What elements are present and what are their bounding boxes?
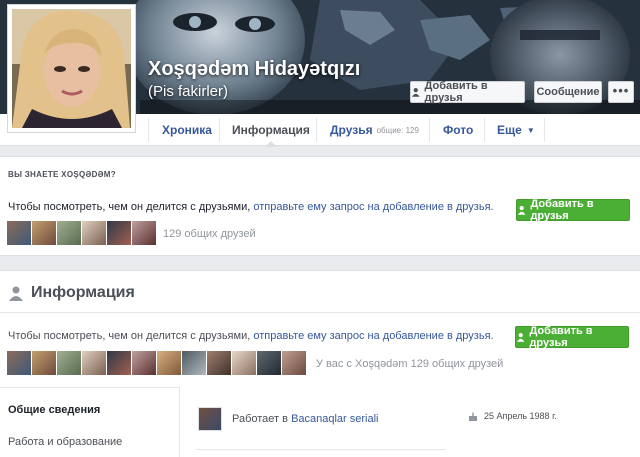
add-friend-button-know[interactable]: Добавить в друзья: [516, 198, 630, 222]
tab-separator: [484, 118, 485, 142]
tab-separator: [316, 118, 317, 142]
tab-more-label: Еще: [497, 123, 522, 137]
friend-thumb[interactable]: [57, 221, 81, 245]
prompt-text: Чтобы посмотреть, чем он делится с друзь…: [8, 201, 251, 213]
friend-thumb[interactable]: [232, 351, 256, 375]
friend-thumb[interactable]: [82, 221, 106, 245]
friend-thumb[interactable]: [107, 351, 131, 375]
friend-thumb[interactable]: [82, 351, 106, 375]
more-dots-icon: •••: [612, 82, 630, 98]
add-friend-button-info[interactable]: Добавить в друзья: [515, 325, 629, 349]
add-friend-icon: [516, 333, 525, 342]
tab-separator: [148, 118, 149, 142]
tab-friends-label: Друзья: [330, 123, 373, 137]
info-panel: Информация Чтобы посмотреть, чем он дели…: [0, 270, 640, 457]
mutual-friends-thumbs-info: [7, 351, 306, 375]
tab-separator: [544, 118, 545, 142]
profile-nickname: (Pis fakirler): [148, 83, 229, 100]
tab-separator: [429, 118, 430, 142]
add-friend-icon: [517, 206, 526, 215]
prompt-text: Чтобы посмотреть, чем он делится с друзь…: [8, 330, 251, 342]
send-request-link[interactable]: отправьте ему запрос на добавление в дру…: [253, 330, 493, 342]
tab-friends-count: общие: 129: [376, 125, 419, 135]
friend-thumb[interactable]: [157, 351, 181, 375]
friend-request-prompt: Чтобы посмотреть, чем он делится с друзь…: [8, 201, 494, 213]
friend-thumb[interactable]: [7, 221, 31, 245]
add-friend-label: Добавить в друзья: [529, 325, 593, 349]
info-title: Информация: [8, 284, 135, 302]
tab-more[interactable]: Еще ▼: [497, 114, 535, 146]
mutual-friends-thumbs: [7, 221, 156, 245]
info-title-label: Информация: [31, 284, 135, 301]
mutual-friends-count[interactable]: 129 общих друзей: [163, 228, 256, 240]
tab-timeline[interactable]: Хроника: [162, 114, 212, 146]
nav-work-education[interactable]: Работа и образование: [8, 436, 122, 448]
send-request-link[interactable]: отправьте ему запрос на добавление в дру…: [253, 201, 493, 213]
birthday-text: 25 Апрель 1988 г.: [484, 411, 557, 421]
friend-thumb[interactable]: [132, 221, 156, 245]
tab-info[interactable]: Информация: [232, 114, 310, 147]
more-options-button[interactable]: •••: [608, 81, 634, 103]
add-friend-button-top[interactable]: Добавить в друзья: [410, 80, 525, 104]
tab-photos[interactable]: Фото: [443, 114, 473, 146]
workplace-thumb[interactable]: [198, 407, 222, 431]
friend-thumb[interactable]: [132, 351, 156, 375]
friend-thumb[interactable]: [7, 351, 31, 375]
friend-thumb[interactable]: [107, 221, 131, 245]
birthday-row: 25 Апрель 1988 г.: [468, 411, 557, 421]
add-friend-label: Добавить в друзья: [424, 80, 488, 104]
friend-thumb[interactable]: [32, 221, 56, 245]
profile-photo[interactable]: [7, 4, 136, 133]
profile-picture-image: [12, 9, 131, 128]
friend-thumb[interactable]: [257, 351, 281, 375]
profile-name[interactable]: Xoşqədəm Hidayətqızı: [148, 58, 360, 81]
tab-timeline-label: Хроника: [162, 123, 212, 137]
friend-thumb[interactable]: [32, 351, 56, 375]
add-friend-label: Добавить в друзья: [530, 198, 594, 222]
caret-down-icon: ▼: [526, 125, 535, 135]
workplace-link[interactable]: Bacanaqlar seriali: [291, 413, 378, 425]
divider: [196, 449, 446, 450]
add-friend-icon: [411, 87, 420, 97]
friend-thumb[interactable]: [182, 351, 206, 375]
tab-photos-label: Фото: [443, 123, 474, 137]
friend-request-prompt-info: Чтобы посмотреть, чем он делится с друзь…: [8, 330, 494, 342]
tab-separator: [219, 118, 220, 142]
do-you-know-panel: ВЫ ЗНАЕТЕ XOŞQƏDƏM? Чтобы посмотреть, че…: [0, 156, 640, 256]
mutual-friends-count-info[interactable]: У вас с Xoşqədəm 129 общих друзей: [316, 358, 503, 370]
divider: [0, 312, 640, 313]
message-label: Сообщение: [536, 86, 600, 98]
friend-thumb[interactable]: [207, 351, 231, 375]
info-side-nav: Общие сведения Работа и образование: [0, 387, 180, 457]
do-you-know-heading: ВЫ ЗНАЕТЕ XOŞQƏDƏM?: [8, 170, 116, 179]
message-button[interactable]: Сообщение: [534, 81, 602, 103]
nav-overview[interactable]: Общие сведения: [8, 404, 100, 416]
person-icon: [9, 286, 23, 301]
work-prefix: Работает в: [232, 413, 288, 425]
tab-info-label: Информация: [232, 123, 310, 137]
friend-thumb[interactable]: [57, 351, 81, 375]
work-row: Работает в Bacanaqlar seriali: [198, 407, 379, 431]
friend-thumb[interactable]: [282, 351, 306, 375]
cake-icon: [469, 412, 477, 421]
tab-friends[interactable]: Друзья общие: 129: [330, 114, 419, 146]
